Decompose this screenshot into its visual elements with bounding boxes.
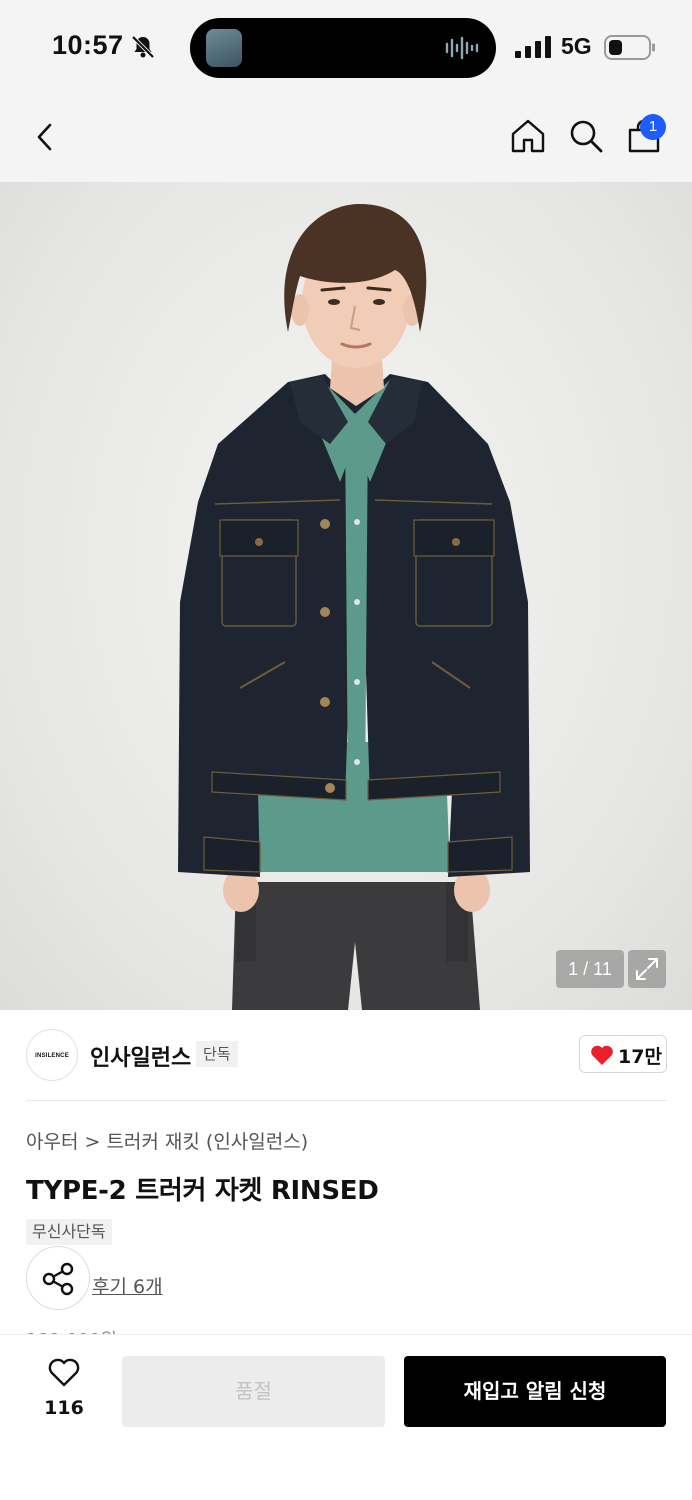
share-icon xyxy=(42,1262,74,1296)
heart-outline-icon xyxy=(48,1358,80,1387)
share-button[interactable] xyxy=(26,1246,90,1310)
product-image-gallery[interactable]: 1 / 11 xyxy=(0,182,692,1010)
image-counter: 1 / 11 xyxy=(556,950,624,988)
bottom-action-bar: 116 품절 재입고 알림 신청 xyxy=(0,1334,692,1500)
cart-count-badge: 1 xyxy=(640,114,666,140)
product-title: TYPE-2 트러커 자켓 RINSED xyxy=(26,1176,379,1206)
reviews-link[interactable]: 후기 6개 xyxy=(92,1272,163,1299)
wishlist-button[interactable]: 116 xyxy=(26,1357,102,1429)
brand-exclusive-tag: 단독 xyxy=(196,1041,238,1067)
restock-alert-button[interactable]: 재입고 알림 신청 xyxy=(404,1356,666,1427)
now-playing-thumbnail xyxy=(206,29,242,67)
bell-muted-icon xyxy=(131,35,155,59)
soldout-button: 품절 xyxy=(122,1356,385,1427)
network-type: 5G xyxy=(561,33,592,59)
back-icon[interactable] xyxy=(30,121,62,153)
brand-row: INSILENCE 인사일런스 단독 17만 xyxy=(0,1010,692,1100)
status-time: 10:57 xyxy=(52,30,124,60)
heart-filled-icon xyxy=(591,1045,613,1065)
expand-icon xyxy=(636,958,658,980)
musinsa-exclusive-badge: 무신사단독 xyxy=(26,1219,112,1245)
status-bar: 10:57 5G xyxy=(0,0,692,92)
signal-icon xyxy=(515,36,551,58)
product-photo xyxy=(178,204,530,1010)
audio-wave-icon xyxy=(445,36,479,60)
top-nav: 1 xyxy=(0,92,692,182)
battery-icon xyxy=(604,35,655,60)
dynamic-island xyxy=(190,18,496,78)
wishlist-count: 116 xyxy=(44,1397,84,1419)
category-breadcrumb[interactable]: 아우터 > 트러커 재킷 (인사일런스) xyxy=(26,1127,308,1154)
brand-like-button[interactable]: 17만 xyxy=(579,1035,667,1073)
search-icon[interactable] xyxy=(568,118,604,154)
brand-like-count: 17만 xyxy=(618,1046,662,1068)
brand-logo[interactable]: INSILENCE xyxy=(26,1029,78,1081)
divider xyxy=(26,1100,667,1101)
home-icon[interactable] xyxy=(510,118,546,154)
brand-name[interactable]: 인사일런스 xyxy=(90,1040,191,1072)
expand-image-button[interactable] xyxy=(628,950,666,988)
